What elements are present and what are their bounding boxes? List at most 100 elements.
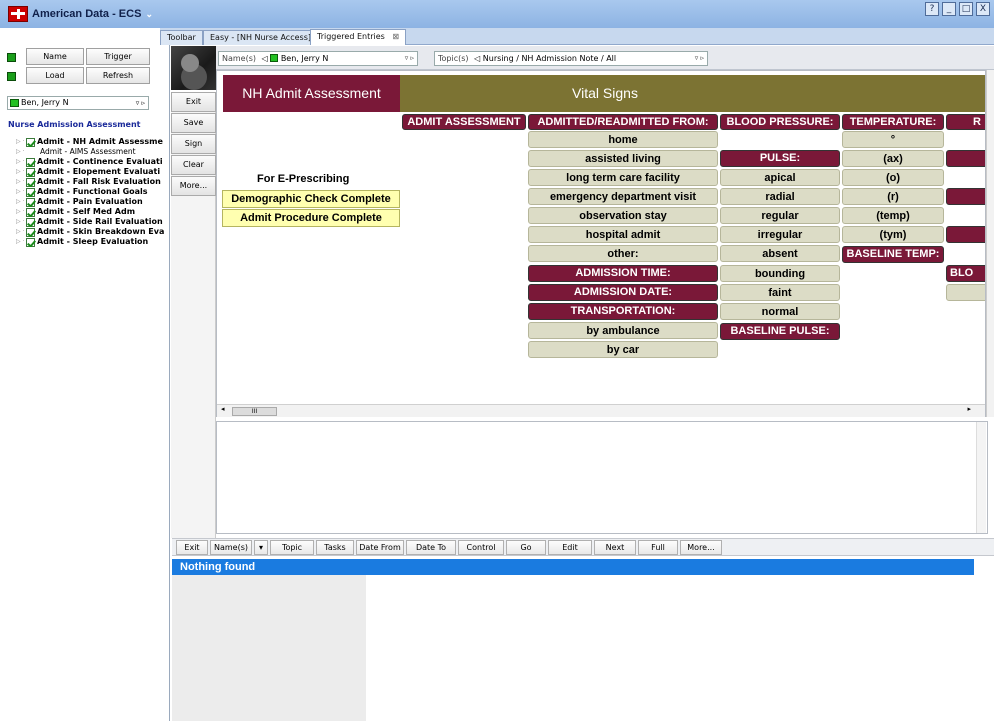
option-radial[interactable]: radial bbox=[720, 188, 840, 205]
admission-time-field[interactable]: ADMISSION TIME: bbox=[528, 265, 718, 282]
blood-pressure-header[interactable]: BLOOD PRESSURE: bbox=[720, 114, 840, 130]
exit-button[interactable]: Exit bbox=[171, 92, 216, 112]
tree-item[interactable]: ▷ · Admit - Self Med Adm bbox=[16, 207, 166, 217]
expand-icon[interactable]: ▷ · bbox=[16, 237, 24, 247]
expand-icon[interactable]: ▷ · bbox=[16, 207, 24, 217]
respiration-header-partial[interactable]: R bbox=[946, 114, 985, 130]
names-selector[interactable]: Name(s) ◁ Ben, Jerry N ▿ ▹ bbox=[218, 51, 418, 66]
admit-procedure-button[interactable]: Admit Procedure Complete bbox=[222, 209, 400, 227]
vertical-scrollbar[interactable] bbox=[986, 70, 994, 417]
selector-nav-icon[interactable]: ▿ ▹ bbox=[136, 97, 145, 109]
partial-header-3[interactable] bbox=[946, 188, 985, 205]
expand-icon[interactable]: ▷ · bbox=[16, 147, 24, 157]
edit-button[interactable]: Edit bbox=[548, 540, 592, 555]
date-to-button[interactable]: Date To bbox=[406, 540, 456, 555]
option-temp[interactable]: (temp) bbox=[842, 207, 944, 224]
control-button[interactable]: Control bbox=[458, 540, 504, 555]
expand-icon[interactable]: ▷ · bbox=[16, 187, 24, 197]
scroll-left-icon[interactable]: ◂ bbox=[221, 405, 225, 413]
full-button[interactable]: Full bbox=[638, 540, 678, 555]
tab-triggered-entries[interactable]: Triggered Entries ⊠ bbox=[310, 29, 407, 45]
tasks-button[interactable]: Tasks bbox=[316, 540, 354, 555]
baseline-temp-field[interactable]: BASELINE TEMP: bbox=[842, 246, 944, 263]
names-dropdown-icon[interactable]: ▾ bbox=[254, 540, 268, 555]
expand-icon[interactable]: ▷ · bbox=[16, 167, 24, 177]
option-o[interactable]: (o) bbox=[842, 169, 944, 186]
baseline-pulse-field[interactable]: BASELINE PULSE: bbox=[720, 323, 840, 340]
app-menu[interactable]: American Data - ECS ⌄ bbox=[8, 3, 153, 25]
tab-easy-nh-nurse-access[interactable]: Easy - [NH Nurse Access] bbox=[203, 30, 318, 45]
save-button[interactable]: Save bbox=[171, 113, 216, 133]
tree-item[interactable]: ▷ · Admit - NH Admit Assessme bbox=[16, 137, 166, 147]
option-irregular[interactable]: irregular bbox=[720, 226, 840, 243]
selector-nav-icon[interactable]: ▿ ▹ bbox=[695, 52, 704, 65]
notes-area[interactable] bbox=[216, 421, 988, 534]
selector-nav-icon[interactable]: ▿ ▹ bbox=[405, 52, 414, 65]
option-normal[interactable]: normal bbox=[720, 303, 840, 320]
date-from-button[interactable]: Date From bbox=[356, 540, 404, 555]
expand-icon[interactable]: ▷ · bbox=[16, 227, 24, 237]
topic-button[interactable]: Topic bbox=[270, 540, 314, 555]
tree-item[interactable]: ▷ · Admit - Continence Evaluati bbox=[16, 157, 166, 167]
scroll-thumb[interactable]: III bbox=[232, 407, 277, 416]
go-button[interactable]: Go bbox=[506, 540, 546, 555]
next-button[interactable]: Next bbox=[594, 540, 636, 555]
option-long-term-care[interactable]: long term care facility bbox=[528, 169, 718, 186]
option-absent[interactable]: absent bbox=[720, 245, 840, 262]
tree-item[interactable]: ▷ · Admit - AIMS Assessment bbox=[16, 147, 166, 157]
partial-header-4[interactable] bbox=[946, 226, 985, 243]
admission-date-field[interactable]: ADMISSION DATE: bbox=[528, 284, 718, 301]
tree-item[interactable]: ▷ · Admit - Pain Evaluation bbox=[16, 197, 166, 207]
demographic-check-button[interactable]: Demographic Check Complete bbox=[222, 190, 400, 208]
patient-selector[interactable]: Ben, Jerry N ▿ ▹ bbox=[7, 96, 149, 110]
temperature-header[interactable]: TEMPERATURE: bbox=[842, 114, 944, 130]
more-button[interactable]: More... bbox=[680, 540, 722, 555]
option-tym[interactable]: (tym) bbox=[842, 226, 944, 243]
close-icon[interactable]: X bbox=[976, 2, 990, 16]
tab-toolbar[interactable]: Toolbar bbox=[160, 30, 203, 45]
maximize-icon[interactable]: □ bbox=[959, 2, 973, 16]
expand-icon[interactable]: ▷ · bbox=[16, 177, 24, 187]
expand-icon[interactable]: ▷ · bbox=[16, 217, 24, 227]
tree-item[interactable]: ▷ · Admit - Functional Goals bbox=[16, 187, 166, 197]
partial-header-2[interactable] bbox=[946, 150, 985, 167]
more-button[interactable]: More... bbox=[171, 176, 216, 196]
name-button[interactable]: Name bbox=[26, 48, 84, 65]
expand-icon[interactable]: ▷ · bbox=[16, 197, 24, 207]
option-bounding[interactable]: bounding bbox=[720, 265, 840, 282]
scroll-right-icon[interactable]: ▸ bbox=[967, 405, 971, 413]
tree-item[interactable]: ▷ · Admit - Fall Risk Evaluation bbox=[16, 177, 166, 187]
tree-item[interactable]: ▷ · Admit - Elopement Evaluati bbox=[16, 167, 166, 177]
partial-option[interactable] bbox=[946, 284, 985, 301]
option-hospital-admit[interactable]: hospital admit bbox=[528, 226, 718, 243]
help-icon[interactable]: ? bbox=[925, 2, 939, 16]
option-by-car[interactable]: by car bbox=[528, 341, 718, 358]
sign-button[interactable]: Sign bbox=[171, 134, 216, 154]
tree-item[interactable]: ▷ · Admit - Side Rail Evaluation bbox=[16, 217, 166, 227]
option-other[interactable]: other: bbox=[528, 245, 718, 262]
option-faint[interactable]: faint bbox=[720, 284, 840, 301]
option-degree[interactable]: ° bbox=[842, 131, 944, 148]
option-ax[interactable]: (ax) bbox=[842, 150, 944, 167]
minimize-icon[interactable]: _ bbox=[942, 2, 956, 16]
refresh-button[interactable]: Refresh bbox=[86, 67, 150, 84]
option-regular[interactable]: regular bbox=[720, 207, 840, 224]
horizontal-scrollbar[interactable]: ◂ III ▸ bbox=[217, 404, 985, 417]
topics-selector[interactable]: Topic(s) ◁ Nursing / NH Admission Note /… bbox=[434, 51, 708, 66]
names-button[interactable]: Name(s) bbox=[210, 540, 252, 555]
trigger-button[interactable]: Trigger bbox=[86, 48, 150, 65]
nav-left-icon[interactable]: ◁ bbox=[474, 54, 480, 63]
tree-item[interactable]: ▷ · Admit - Skin Breakdown Eva bbox=[16, 227, 166, 237]
exit-button[interactable]: Exit bbox=[176, 540, 208, 555]
expand-icon[interactable]: ▷ · bbox=[16, 137, 24, 147]
tab-close-icon[interactable]: ⊠ bbox=[392, 32, 399, 41]
blood-field-partial[interactable]: BLO bbox=[946, 265, 985, 282]
tree-item[interactable]: ▷ · Admit - Sleep Evaluation bbox=[16, 237, 166, 247]
clear-button[interactable]: Clear bbox=[171, 155, 216, 175]
option-observation-stay[interactable]: observation stay bbox=[528, 207, 718, 224]
option-emergency-visit[interactable]: emergency department visit bbox=[528, 188, 718, 205]
expand-icon[interactable]: ▷ · bbox=[16, 157, 24, 167]
option-r[interactable]: (r) bbox=[842, 188, 944, 205]
option-assisted-living[interactable]: assisted living bbox=[528, 150, 718, 167]
option-apical[interactable]: apical bbox=[720, 169, 840, 186]
